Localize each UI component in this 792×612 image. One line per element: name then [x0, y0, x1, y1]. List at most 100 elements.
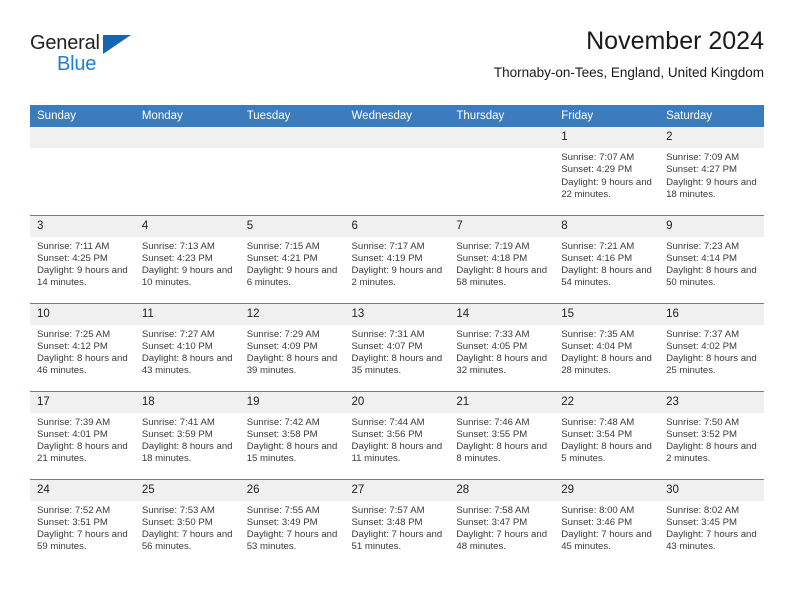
calendar-day-cell[interactable]: 11 Sunrise: 7:27 AM Sunset: 4:10 PM Dayligh…	[134, 302, 240, 391]
sunset-text: Sunset: 4:23 PM	[141, 252, 213, 264]
sunset-text: Sunset: 4:12 PM	[37, 340, 108, 352]
day-details: Sunrise: 7:15 AM Sunset: 4:21 PM Daylight:…	[240, 237, 345, 290]
generalblue-logo[interactable]: General Blue	[30, 32, 150, 82]
day-number: 17	[30, 391, 135, 413]
calendar-day-cell[interactable]: 6 Sunrise: 7:17 AM Sunset: 4:19 PM Daylight…	[344, 214, 450, 303]
day-number: 3	[30, 215, 135, 237]
daylight-text: Daylight: 8 hours and 58 minutes.	[456, 265, 548, 289]
sunset-text: Sunset: 3:55 PM	[456, 428, 528, 440]
sunrise-text: Sunrise: 7:58 AM	[456, 504, 530, 516]
calendar-day-cell[interactable]: 26 Sunrise: 7:55 AM Sunset: 3:49 PM Dayligh…	[239, 478, 345, 567]
calendar-day-cell[interactable]: 19 Sunrise: 7:42 AM Sunset: 3:58 PM Dayligh…	[239, 390, 345, 479]
calendar-day-cell[interactable]: 28 Sunrise: 7:58 AM Sunset: 3:47 PM Dayligh…	[449, 478, 555, 567]
calendar-day-cell[interactable]: 17 Sunrise: 7:39 AM Sunset: 4:01 PM Dayligh…	[30, 390, 135, 479]
calendar-day-cell[interactable]: 12 Sunrise: 7:29 AM Sunset: 4:09 PM Dayligh…	[239, 302, 345, 391]
calendar-grid: Sunday Monday Tuesday Wednesday Thursday…	[30, 105, 764, 567]
weekday-header-thursday: Thursday	[449, 105, 555, 127]
day-details: Sunrise: 7:48 AM Sunset: 3:54 PM Daylight:…	[554, 413, 659, 466]
sunset-text: Sunset: 3:50 PM	[141, 516, 213, 528]
day-number: 6	[344, 215, 450, 237]
calendar-day-cell[interactable]: 4 Sunrise: 7:13 AM Sunset: 4:23 PM Daylight…	[134, 214, 240, 303]
day-number	[134, 127, 240, 148]
day-number: 23	[659, 391, 764, 413]
calendar-day-cell[interactable]: 3 Sunrise: 7:11 AM Sunset: 4:25 PM Daylight…	[30, 214, 135, 303]
day-number	[449, 127, 555, 148]
daylight-text: Daylight: 8 hours and 11 minutes.	[351, 441, 443, 465]
title-block: November 2024 Thornaby-on-Tees, England,…	[494, 26, 764, 81]
sunrise-text: Sunrise: 7:07 AM	[561, 152, 635, 163]
calendar-day-cell[interactable]: 14 Sunrise: 7:33 AM Sunset: 4:05 PM Dayligh…	[449, 302, 555, 391]
sunrise-text: Sunrise: 7:37 AM	[666, 328, 740, 340]
calendar-day-cell[interactable]: 18 Sunrise: 7:41 AM Sunset: 3:59 PM Dayligh…	[134, 390, 240, 479]
daylight-text: Daylight: 8 hours and 2 minutes.	[666, 441, 757, 465]
day-number: 16	[659, 303, 764, 325]
calendar-day-cell[interactable]: 20 Sunrise: 7:44 AM Sunset: 3:56 PM Dayligh…	[344, 390, 450, 479]
sunset-text: Sunset: 3:45 PM	[666, 516, 737, 528]
sunset-text: Sunset: 4:07 PM	[351, 340, 423, 352]
calendar-day-cell[interactable]: 2 Sunrise: 7:09 AM Sunset: 4:27 PM Daylight…	[659, 127, 764, 215]
weekday-header-sunday: Sunday	[30, 105, 135, 127]
calendar-day-cell[interactable]: 8 Sunrise: 7:21 AM Sunset: 4:16 PM Daylight…	[554, 214, 660, 303]
sunrise-text: Sunrise: 7:29 AM	[246, 328, 320, 340]
weekday-header-tuesday: Tuesday	[239, 105, 345, 127]
location-subtitle: Thornaby-on-Tees, England, United Kingdo…	[493, 65, 764, 80]
day-number: 26	[239, 479, 345, 501]
sunrise-text: Sunrise: 7:21 AM	[561, 240, 635, 252]
day-details: Sunrise: 7:41 AM Sunset: 3:59 PM Daylight:…	[135, 413, 240, 466]
day-details: Sunrise: 7:09 AM Sunset: 4:27 PM Daylight:…	[659, 148, 764, 201]
sunset-text: Sunset: 4:10 PM	[141, 340, 213, 352]
sunset-text: Sunset: 3:49 PM	[246, 516, 318, 528]
logo-text-blue: Blue	[57, 53, 97, 75]
calendar-day-cell[interactable]: 16 Sunrise: 7:37 AM Sunset: 4:02 PM Dayligh…	[659, 302, 764, 391]
page-title: November 2024	[586, 27, 764, 55]
day-details: Sunrise: 7:37 AM Sunset: 4:02 PM Daylight:…	[659, 325, 764, 378]
calendar-day-cell[interactable]: 23 Sunrise: 7:50 AM Sunset: 3:52 PM Dayligh…	[659, 390, 764, 479]
sunrise-text: Sunrise: 7:33 AM	[456, 328, 530, 340]
calendar-day-cell[interactable]: 29 Sunrise: 8:00 AM Sunset: 3:46 PM Dayligh…	[554, 478, 660, 567]
calendar-day-cell[interactable]: 24 Sunrise: 7:52 AM Sunset: 3:51 PM Dayligh…	[30, 478, 135, 567]
calendar-day-cell[interactable]: 13 Sunrise: 7:31 AM Sunset: 4:07 PM Dayligh…	[344, 302, 450, 391]
calendar-day-cell[interactable]: 30 Sunrise: 8:02 AM Sunset: 3:45 PM Dayligh…	[659, 478, 764, 567]
calendar-day-cell[interactable]: 10 Sunrise: 7:25 AM Sunset: 4:12 PM Dayligh…	[30, 302, 135, 391]
calendar-page: General Blue November 2024 Thornaby-on-T…	[0, 0, 792, 612]
daylight-text: Daylight: 9 hours and 14 minutes.	[37, 265, 128, 289]
day-number: 5	[239, 215, 345, 237]
sunrise-text: Sunrise: 7:57 AM	[351, 504, 425, 516]
sunrise-text: Sunrise: 7:48 AM	[561, 416, 635, 428]
calendar-week-row: 24 Sunrise: 7:52 AM Sunset: 3:51 PM Dayligh…	[30, 478, 764, 567]
sunrise-text: Sunrise: 7:15 AM	[246, 240, 320, 252]
daylight-text: Daylight: 7 hours and 59 minutes.	[37, 529, 128, 553]
calendar-day-cell[interactable]: 25 Sunrise: 7:53 AM Sunset: 3:50 PM Dayligh…	[134, 478, 240, 567]
day-details: Sunrise: 7:19 AM Sunset: 4:18 PM Daylight:…	[449, 237, 554, 290]
day-details: Sunrise: 7:39 AM Sunset: 4:01 PM Daylight:…	[30, 413, 135, 466]
calendar-cell-empty	[449, 127, 555, 215]
calendar-day-cell[interactable]: 27 Sunrise: 7:57 AM Sunset: 3:48 PM Dayligh…	[344, 478, 450, 567]
day-details: Sunrise: 7:31 AM Sunset: 4:07 PM Daylight:…	[345, 325, 450, 378]
daylight-text: Daylight: 8 hours and 8 minutes.	[456, 441, 548, 465]
sunrise-text: Sunrise: 7:23 AM	[666, 240, 740, 252]
sunset-text: Sunset: 3:51 PM	[37, 516, 108, 528]
calendar-day-cell[interactable]: 9 Sunrise: 7:23 AM Sunset: 4:14 PM Daylight…	[659, 214, 764, 303]
day-details: Sunrise: 7:53 AM Sunset: 3:50 PM Daylight:…	[135, 501, 240, 554]
daylight-text: Daylight: 8 hours and 15 minutes.	[246, 441, 338, 465]
calendar-day-cell[interactable]: 5 Sunrise: 7:15 AM Sunset: 4:21 PM Daylight…	[239, 214, 345, 303]
day-details: Sunrise: 7:17 AM Sunset: 4:19 PM Daylight:…	[345, 237, 450, 290]
sunrise-text: Sunrise: 7:13 AM	[141, 240, 215, 252]
day-details: Sunrise: 7:21 AM Sunset: 4:16 PM Daylight:…	[554, 237, 659, 290]
sunset-text: Sunset: 4:27 PM	[666, 164, 737, 176]
weekday-header-wednesday: Wednesday	[344, 105, 450, 127]
day-number: 12	[239, 303, 345, 325]
calendar-day-cell[interactable]: 15 Sunrise: 7:35 AM Sunset: 4:04 PM Dayligh…	[554, 302, 660, 391]
sunset-text: Sunset: 4:01 PM	[37, 428, 108, 440]
calendar-cell-empty	[344, 127, 450, 215]
day-number: 9	[659, 215, 764, 237]
calendar-day-cell[interactable]: 1 Sunrise: 7:07 AM Sunset: 4:29 PM Daylight…	[554, 127, 660, 215]
sunrise-text: Sunrise: 7:52 AM	[37, 504, 111, 516]
day-number: 25	[134, 479, 240, 501]
calendar-day-cell[interactable]: 21 Sunrise: 7:46 AM Sunset: 3:55 PM Dayligh…	[449, 390, 555, 479]
daylight-text: Daylight: 8 hours and 21 minutes.	[37, 441, 128, 465]
day-number: 10	[30, 303, 135, 325]
calendar-day-cell[interactable]: 7 Sunrise: 7:19 AM Sunset: 4:18 PM Daylight…	[449, 214, 555, 303]
sunset-text: Sunset: 4:02 PM	[666, 340, 737, 352]
calendar-day-cell[interactable]: 22 Sunrise: 7:48 AM Sunset: 3:54 PM Dayligh…	[554, 390, 660, 479]
